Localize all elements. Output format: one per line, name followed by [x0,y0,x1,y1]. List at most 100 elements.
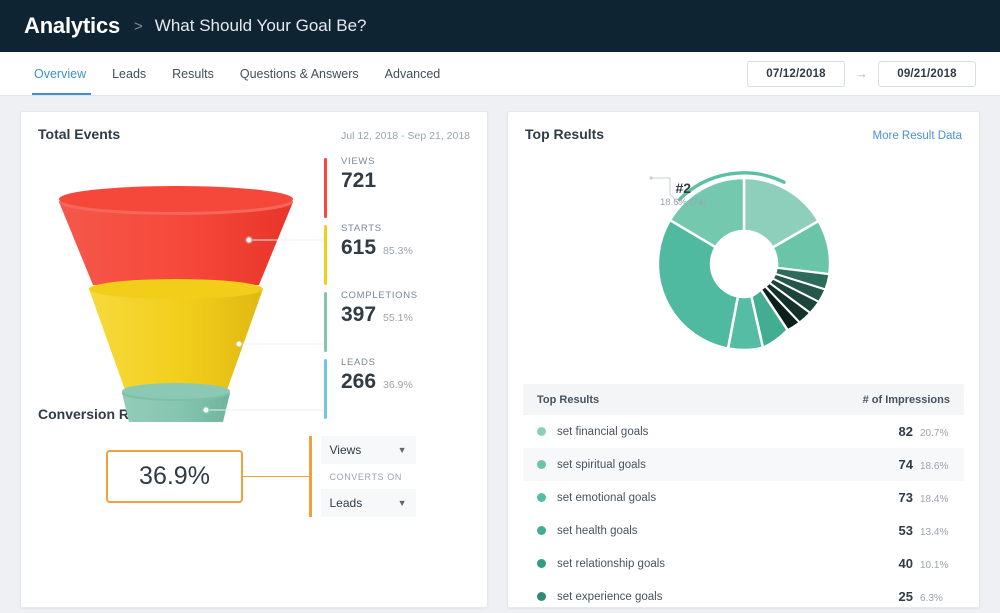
stat-accent-bar-leads [324,359,327,419]
app-brand: Analytics [24,13,121,38]
row-percent: 10.1% [920,560,949,571]
funnel-stat-starts: STARTS 615 85.3% [324,223,484,290]
stat-label-completions: COMPLETIONS [341,290,418,301]
dashboard-content: Total Events Jul 12, 2018 - Sep 21, 2018 [0,96,1000,608]
table-header-impressions: # of Impressions [862,393,950,406]
stat-label-starts: STARTS [341,223,382,234]
funnel-segment-starts[interactable] [89,279,263,390]
row-percent: 18.4% [920,494,949,505]
breadcrumb-separator: > [134,17,143,35]
row-label: set health goals [557,524,638,537]
donut-graphic [648,171,831,352]
donut-chart: #2 18.6% (74) [508,142,979,384]
tab-results[interactable]: Results [159,52,227,95]
start-date-input[interactable] [747,60,845,87]
row-count: 40 [898,556,913,571]
row-percent: 6.3% [920,593,943,604]
funnel-segment-completions[interactable] [122,383,230,422]
stat-value-completions: 397 [341,303,377,326]
row-label: set relationship goals [557,557,666,570]
funnel-segment-views[interactable] [59,186,293,285]
table-header-results: Top Results [537,393,600,406]
row-color-dot [537,526,546,535]
row-percent: 13.4% [920,527,949,538]
total-events-daterange: Jul 12, 2018 - Sep 21, 2018 [340,130,470,142]
row-color-dot [537,460,546,469]
tab-advanced[interactable]: Advanced [372,52,454,95]
top-results-title: Top Results [525,126,605,142]
stat-pct-leads: 36.9% [383,379,413,391]
date-range-picker: → [747,52,976,95]
funnel-stats: VIEWS 721 STARTS 615 85.3% COMPLETIONS 3… [324,156,484,424]
row-color-dot [537,592,546,601]
conversion-rate-value-box: 36.9% [106,450,243,503]
donut-callout-rank: #2 [675,180,692,196]
conversion-connector-line [243,475,309,478]
end-date-input[interactable] [878,60,976,87]
conversion-middle-label: CONVERTS ON [329,471,402,482]
row-count: 82 [898,424,913,439]
stat-value-starts: 615 [341,236,377,259]
row-count: 53 [898,523,913,538]
tab-advanced-label: Advanced [384,66,441,81]
table-row[interactable]: set financial goals 82 20.7% [523,415,964,448]
tab-results-label: Results [172,66,214,81]
table-header-row: Top Results # of Impressions [523,384,964,415]
table-row[interactable]: set spiritual goals 74 18.6% [523,448,964,481]
row-color-dot [537,559,546,568]
row-count: 74 [898,457,913,472]
arrow-right-icon: → [855,66,868,81]
stat-accent-bar-views [324,158,327,218]
stat-label-views: VIEWS [341,156,376,167]
stat-value-leads: 266 [341,370,377,393]
top-results-card: Top Results More Result Data #2 18.6% (7… [507,111,980,608]
total-events-card: Total Events Jul 12, 2018 - Sep 21, 2018 [20,111,488,608]
tab-questions-answers-label: Questions & Answers [239,66,359,81]
total-events-title: Total Events [38,126,121,142]
top-results-table: Top Results # of Impressions set financi… [523,384,964,613]
row-percent: 18.6% [920,461,949,472]
row-label: set spiritual goals [557,458,646,471]
funnel-stat-views: VIEWS 721 [324,156,484,223]
funnel-graphic [59,186,323,422]
stat-pct-completions: 55.1% [383,312,413,324]
table-row[interactable]: set relationship goals 40 10.1% [523,547,964,580]
stat-label-leads: LEADS [341,357,376,368]
funnel-chart: VIEWS 721 STARTS 615 85.3% COMPLETIONS 3… [21,142,487,422]
tab-leads[interactable]: Leads [99,52,159,95]
conversion-from-select[interactable]: Views ▼ [320,436,416,464]
stat-value-views: 721 [341,169,377,192]
conversion-to-label: Leads [329,496,363,510]
tab-questions-answers[interactable]: Questions & Answers [227,52,372,95]
row-color-dot [537,493,546,502]
row-percent: 20.7% [920,428,949,439]
conversion-rate-value: 36.9% [139,462,210,490]
stat-pct-starts: 85.3% [383,245,413,257]
conversion-selectors: Views ▼ CONVERTS ON Leads ▼ [320,436,416,517]
funnel-stat-completions: COMPLETIONS 397 55.1% [324,290,484,357]
stat-accent-bar-completions [324,292,327,352]
conversion-vertical-bar [309,436,312,517]
conversion-from-label: Views [329,443,362,457]
tab-overview[interactable]: Overview [24,52,99,95]
row-count: 25 [898,589,913,604]
conversion-rate-body: 36.9% Views ▼ CONVERTS ON Leads ▼ [21,422,487,517]
table-row[interactable]: set experience goals 25 6.3% [523,580,964,613]
top-results-header: Top Results More Result Data [508,112,979,142]
row-color-dot [537,427,546,436]
table-row[interactable]: set health goals 53 13.4% [523,514,964,547]
row-label: set emotional goals [557,491,657,504]
donut-slice-relationship[interactable] [656,218,739,350]
tab-leads-label: Leads [112,66,147,81]
more-result-data-link[interactable]: More Result Data [873,130,962,142]
chevron-down-icon: ▼ [397,445,407,455]
chevron-down-icon: ▼ [397,498,407,508]
tab-overview-label: Overview [34,66,87,81]
tab-list: Overview Leads Results Questions & Answe… [24,52,453,95]
table-row[interactable]: set emotional goals 73 18.4% [523,481,964,514]
top-bar: Analytics > What Should Your Goal Be? [0,0,1000,52]
conversion-to-select[interactable]: Leads ▼ [320,489,416,517]
donut-callout-value: 18.6% (74) [660,197,707,208]
donut-callout: #2 18.6% (74) [660,180,706,208]
tab-bar: Overview Leads Results Questions & Answe… [0,52,1000,96]
